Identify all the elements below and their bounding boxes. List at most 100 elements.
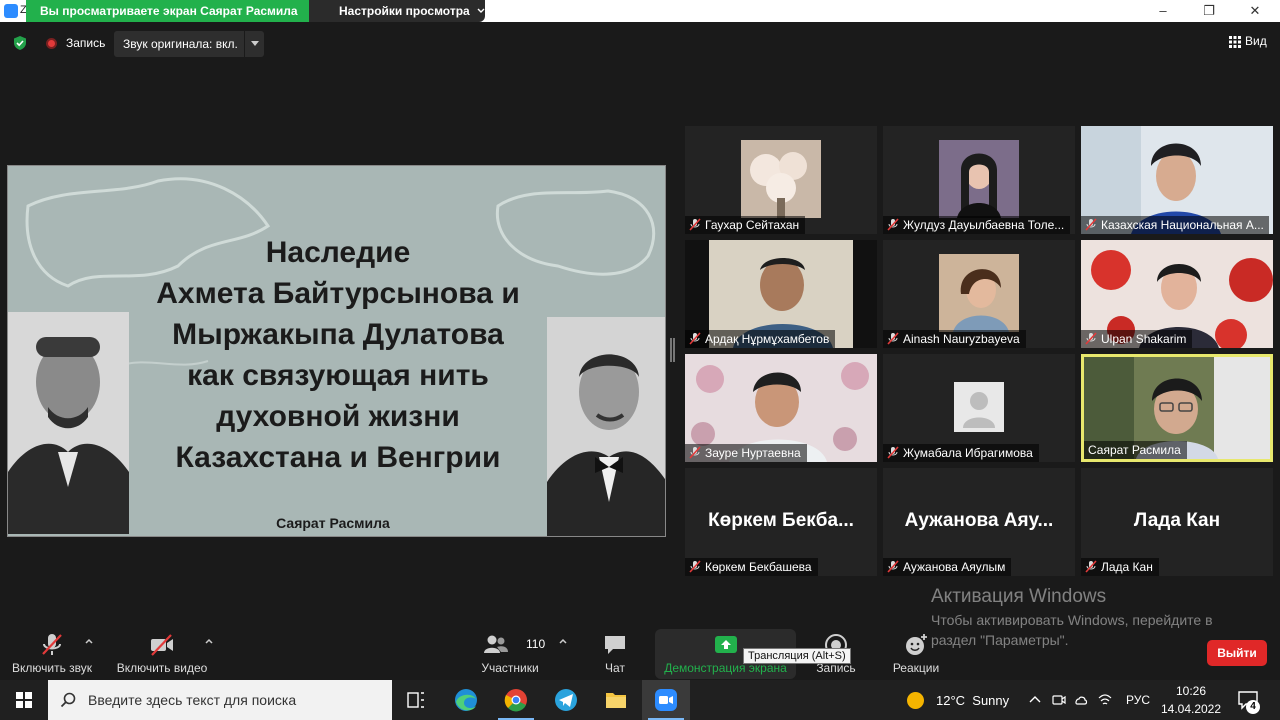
participant-tile[interactable]: Саярат Расмила — [1081, 354, 1273, 462]
caret-up-icon[interactable] — [84, 636, 94, 646]
mic-muted-icon — [1085, 332, 1097, 345]
chat-bubble-icon — [605, 636, 625, 654]
participant-tile[interactable]: Жулдуз Дауылбаевна Толе... — [883, 126, 1075, 234]
participant-name-label: Гаухар Сейтахан — [685, 216, 806, 234]
edge-browser-icon[interactable] — [442, 680, 490, 720]
participant-tile[interactable]: Ардақ Нұрмұхамбетов — [685, 240, 877, 348]
weather-text: 12°C Sunny — [936, 693, 1009, 708]
caret-up-icon[interactable] — [558, 636, 568, 646]
shared-screen[interactable]: Наследие Ахмета Байтурсынова и Мыржакыпа… — [7, 165, 666, 537]
participant-tile[interactable]: Аужанова Аяу... Аужанова Аяулым — [883, 468, 1075, 576]
security-shield-icon[interactable] — [12, 35, 28, 51]
mic-muted-icon — [1085, 218, 1097, 231]
participant-video — [741, 140, 821, 218]
chrome-icon — [504, 689, 527, 712]
participant-name: Зауре Нуртаевна — [705, 446, 801, 460]
recording-icon — [46, 38, 57, 49]
file-explorer-icon[interactable] — [592, 680, 640, 720]
participant-name-label: Аужанова Аяулым — [883, 558, 1012, 576]
mic-muted-icon — [689, 560, 701, 573]
participant-name: Казахская Национальная А... — [1101, 218, 1264, 232]
activate-windows-title: Активация Windows — [931, 586, 1107, 607]
participants-count: 110 — [526, 637, 546, 651]
participant-tile[interactable]: Ainash Nauryzbayeva — [883, 240, 1075, 348]
divider — [244, 31, 245, 57]
restore-button[interactable]: ❐ — [1186, 0, 1232, 22]
notification-count-badge: 4 — [1246, 700, 1260, 714]
unmute-label: Включить звук — [11, 661, 93, 675]
mic-muted-icon — [887, 218, 899, 231]
leave-button[interactable]: Выйти — [1207, 640, 1267, 666]
zoom-icon — [655, 689, 677, 711]
slide-title-line: Ахмета Байтурсынова и — [156, 277, 520, 310]
mic-muted-icon — [689, 446, 701, 459]
share-screen-icon — [714, 636, 737, 653]
start-video-button[interactable]: Включить видео — [112, 630, 212, 680]
slide-author: Саярат Расмила — [276, 515, 390, 531]
participant-name: Гаухар Сейтахан — [705, 218, 800, 232]
view-button[interactable]: Вид — [1229, 33, 1273, 51]
participant-name-label: Зауре Нуртаевна — [685, 444, 807, 462]
view-options-button[interactable]: Настройки просмотра — [309, 0, 485, 22]
participant-name: Ainash Nauryzbayeva — [903, 332, 1020, 346]
zoom-logo-icon — [4, 4, 18, 18]
participant-tile[interactable]: Казахская Национальная А... — [1081, 126, 1273, 234]
participant-name-label: Казахская Национальная А... — [1081, 216, 1269, 234]
participant-tile[interactable]: Зауре Нуртаевна — [685, 354, 877, 462]
minimize-button[interactable]: – — [1140, 0, 1186, 22]
participants-label: Участники — [481, 661, 539, 675]
participant-name: Аужанова Аяулым — [903, 560, 1006, 574]
telegram-icon[interactable] — [542, 680, 590, 720]
original-sound-label: Звук оригинала: вкл. — [123, 37, 238, 51]
caret-down-icon[interactable] — [251, 41, 259, 46]
participant-name: Жулдуз Дауылбаевна Толе... — [903, 218, 1065, 232]
participant-name: Лада Кан — [1101, 560, 1153, 574]
chat-button[interactable]: Чат — [585, 630, 645, 680]
task-view-icon[interactable] — [392, 680, 440, 720]
search-icon — [60, 692, 76, 708]
meet-now-icon[interactable] — [1052, 693, 1066, 707]
video-camera-off-icon — [151, 634, 173, 656]
clock-date[interactable]: 14.04.2022 — [1158, 702, 1224, 716]
sun-icon — [907, 692, 924, 709]
participant-tile[interactable]: Гаухар Сейтахан — [685, 126, 877, 234]
participant-tile[interactable]: Көркем Бекба... Көркем Бекбашева — [685, 468, 877, 576]
participant-display-name: Көркем Бекба... — [708, 510, 854, 531]
search-placeholder: Введите здесь текст для поиска — [88, 692, 297, 708]
taskbar-app-zoom[interactable] — [642, 680, 690, 720]
participant-video — [954, 382, 1004, 432]
wifi-icon[interactable] — [1098, 693, 1112, 707]
portrait-photo — [547, 317, 665, 536]
weather-condition: Sunny — [972, 693, 1010, 708]
participant-tile[interactable]: Жумабала Ибрагимова — [883, 354, 1075, 462]
cloud-icon[interactable] — [1074, 693, 1088, 707]
resize-handle[interactable] — [670, 338, 675, 362]
slide-title-line: Наследие — [265, 236, 411, 269]
mic-muted-icon — [1085, 560, 1097, 573]
clock-time[interactable]: 10:26 — [1160, 684, 1222, 698]
close-button[interactable]: ✕ — [1232, 0, 1278, 22]
caret-up-icon[interactable] — [204, 636, 214, 646]
reactions-button[interactable]: Реакции — [886, 630, 946, 680]
slide-title-line: как связующая нить — [187, 359, 489, 392]
start-video-label: Включить видео — [116, 661, 208, 675]
taskbar-search-input[interactable]: Введите здесь текст для поиска — [48, 680, 392, 720]
activate-windows-text: Чтобы активировать Windows, перейдите в — [931, 612, 1213, 628]
participant-display-name: Лада Кан — [1133, 510, 1221, 531]
weather-temperature: 12°C — [936, 693, 966, 708]
mic-muted-icon — [689, 218, 701, 231]
chevron-up-icon[interactable] — [1028, 693, 1042, 707]
microphone-muted-icon — [42, 634, 62, 655]
portrait-photo — [8, 312, 129, 534]
windows-start-icon[interactable] — [0, 680, 48, 720]
original-sound-dropdown[interactable]: Звук оригинала: вкл. — [114, 31, 264, 57]
grid-icon — [1229, 36, 1241, 48]
participant-name: Саярат Расмила — [1088, 443, 1181, 457]
slide-title-line: Казахстана и Венгрии — [175, 441, 501, 474]
participant-tile[interactable]: Ulpan Shakarim — [1081, 240, 1273, 348]
participant-name: Жумабала Ибрагимова — [903, 446, 1033, 460]
language-indicator[interactable]: РУС — [1126, 693, 1150, 707]
participant-tile[interactable]: Лада Кан Лада Кан — [1081, 468, 1273, 576]
taskbar-app-chrome[interactable] — [492, 680, 540, 720]
slide-title-line: духовной жизни — [216, 400, 460, 433]
